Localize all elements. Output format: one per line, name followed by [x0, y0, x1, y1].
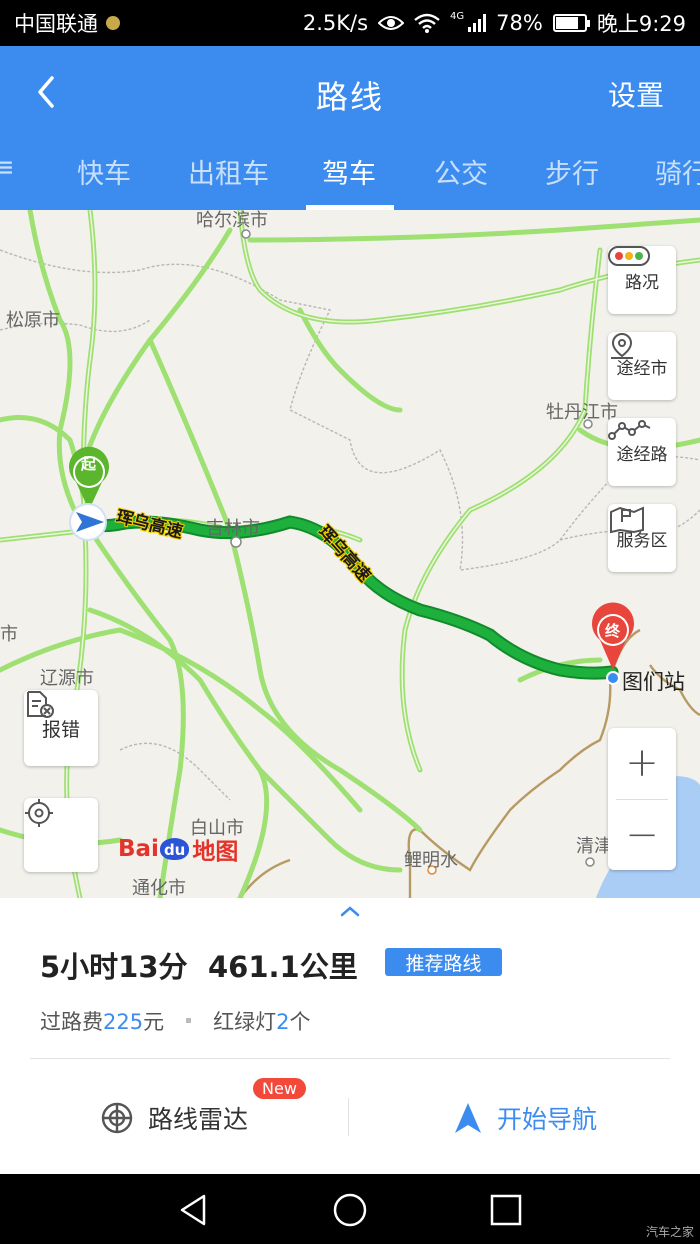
- start-navigation-label: 开始导航: [496, 1105, 597, 1134]
- carrier-indicator-icon: [106, 16, 120, 30]
- route-map[interactable]: 哈尔滨市 松原市 牡丹江市 吉林市 市 辽源市 白山市 通化市 清津 鲤明水 珲…: [0, 210, 700, 898]
- tab-taxi[interactable]: 出租车: [188, 152, 269, 191]
- route-line-icon: [608, 420, 651, 440]
- new-badge: New: [253, 1078, 306, 1099]
- city-label-jilin: 吉林市: [206, 518, 260, 539]
- settings-button[interactable]: 设置: [608, 74, 664, 114]
- toll-prefix: 过路费: [40, 1010, 103, 1034]
- network-speed: 2.5K/s: [302, 11, 369, 35]
- back-triangle-icon[interactable]: [174, 1190, 214, 1230]
- route-cost-row: 过路费 225 元 红绿灯 2 个: [40, 1006, 310, 1036]
- recents-square-icon[interactable]: [486, 1190, 526, 1230]
- header: 路线 设置 ≡ 快车 出租车 驾车 公交 步行 骑行: [0, 46, 700, 210]
- panel-divider: [30, 1058, 670, 1059]
- route-radar-label: 路线雷达: [147, 1105, 248, 1134]
- carrier-name: 中国联通: [14, 12, 98, 36]
- lights-value: 2: [276, 1010, 290, 1034]
- toll-value: 225: [103, 1010, 144, 1034]
- lights-prefix: 红绿灯: [213, 1010, 277, 1034]
- toll-unit: 元: [143, 1010, 165, 1034]
- crosshair-icon: [25, 799, 53, 827]
- location-pin-icon: [611, 332, 633, 359]
- network-type: 4G: [450, 10, 465, 22]
- signal-icon: [468, 14, 487, 32]
- locate-button[interactable]: [24, 798, 98, 872]
- status-bar: 中国联通 2.5K/s 4G 78% 晚上9:29: [0, 0, 700, 46]
- route-summary-panel: 5小时13分 461.1公里 推荐路线 过路费 225 元 红绿灯 2 个 路线雷达 N…: [0, 898, 700, 1174]
- end-pin-label: 终: [605, 622, 621, 640]
- tab-transit[interactable]: 公交: [434, 152, 488, 191]
- start-navigation-button[interactable]: 开始导航: [350, 1078, 700, 1158]
- battery-percent: 78%: [496, 11, 543, 35]
- city-label-lijingshui: 鲤明水: [404, 850, 458, 871]
- watermark: 汽车之家: [645, 1225, 694, 1239]
- report-doc-icon: [27, 691, 54, 718]
- traffic-label: 路况: [625, 272, 659, 293]
- zoom-in-button[interactable]: +: [608, 728, 676, 798]
- city-label-harbin: 哈尔滨市: [196, 210, 268, 231]
- tab-bike[interactable]: 骑行: [655, 152, 700, 191]
- report-error-button[interactable]: 报错: [24, 690, 98, 766]
- traffic-button[interactable]: 路况: [608, 246, 676, 314]
- via-city-button[interactable]: 途经市: [608, 332, 676, 400]
- start-pin-label: 起: [81, 455, 97, 473]
- tab-drive[interactable]: 驾车: [322, 152, 376, 191]
- city-label-liaoyuan: 辽源市: [40, 668, 94, 689]
- page-title: 路线: [315, 78, 384, 116]
- action-divider: [348, 1098, 349, 1136]
- transport-tabs: ≡ 快车 出租车 驾车 公交 步行 骑行: [0, 142, 700, 210]
- city-label-tonghua: 通化市: [132, 878, 186, 898]
- chevron-up-icon[interactable]: [338, 904, 362, 918]
- logo-paw: du: [159, 838, 190, 860]
- city-label-songyuan: 松原市: [6, 310, 60, 331]
- radar-icon: [101, 1102, 133, 1134]
- tab-partial-left[interactable]: ≡: [0, 152, 12, 183]
- zoom-control: + −: [608, 728, 676, 870]
- route-duration: 5小时13分: [40, 950, 188, 984]
- logo-text-bai: Bai: [118, 836, 159, 862]
- home-circle-icon[interactable]: [330, 1190, 370, 1230]
- destination-label: 图们站: [622, 670, 685, 694]
- city-label-qingjin: 清津: [576, 836, 612, 857]
- nav-row: 路线 设置: [0, 46, 700, 138]
- traffic-light-icon: [608, 246, 650, 266]
- separator-dot: [186, 1018, 192, 1023]
- via-road-button[interactable]: 途经路: [608, 418, 676, 486]
- recommended-route-badge: 推荐路线: [385, 948, 502, 976]
- zoom-out-button[interactable]: −: [608, 800, 676, 870]
- battery-icon: [552, 14, 590, 32]
- tab-walk[interactable]: 步行: [545, 152, 599, 191]
- navigation-arrow-icon: [454, 1103, 481, 1133]
- baidu-map-logo: Bai du 地图: [118, 832, 238, 866]
- service-area-icon: [610, 506, 644, 534]
- system-nav-bar: 汽车之家: [0, 1174, 700, 1244]
- service-area-button[interactable]: 服务区: [608, 504, 676, 572]
- lights-unit: 个: [289, 1010, 311, 1034]
- current-location-icon: [69, 503, 107, 541]
- logo-text-ditu: 地图: [192, 839, 239, 865]
- tab-express[interactable]: 快车: [77, 152, 131, 191]
- clock: 晚上9:29: [596, 12, 686, 36]
- wifi-icon: [414, 13, 440, 33]
- route-distance: 461.1公里: [208, 950, 358, 984]
- city-label-edge: 市: [0, 624, 18, 645]
- eye-icon: [378, 16, 405, 30]
- via-road-label: 途经路: [616, 444, 668, 465]
